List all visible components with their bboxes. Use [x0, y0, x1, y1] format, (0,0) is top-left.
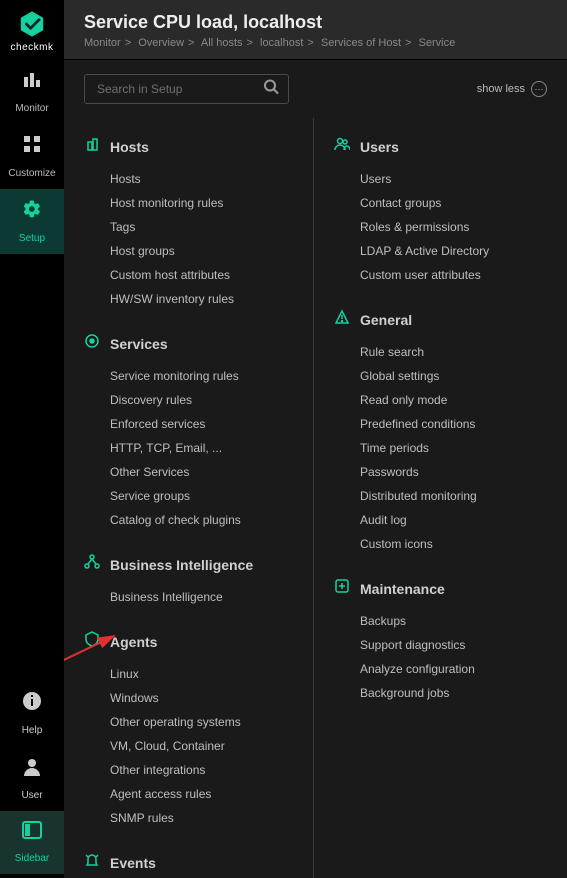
section-bi: Business Intelligence Business Intellige…	[84, 554, 293, 609]
section-title: Business Intelligence	[110, 557, 253, 573]
general-icon	[334, 309, 350, 330]
menu-item-hwsw-inventory-rules[interactable]: HW/SW inventory rules	[110, 287, 293, 311]
ellipsis-icon: ···	[531, 81, 547, 97]
menu-item-catalog-check-plugins[interactable]: Catalog of check plugins	[110, 508, 293, 532]
menu-item-custom-host-attributes[interactable]: Custom host attributes	[110, 263, 293, 287]
main-area: Service CPU load, localhost Monitor> Ove…	[64, 0, 567, 878]
search-input[interactable]	[84, 74, 289, 104]
section-services: Services Service monitoring rules Discov…	[84, 333, 293, 532]
section-title: Maintenance	[360, 581, 445, 597]
menu-item-predefined-conditions[interactable]: Predefined conditions	[360, 412, 547, 436]
maintenance-icon	[334, 578, 350, 599]
breadcrumb: Monitor> Overview> All hosts> localhost>…	[84, 37, 551, 49]
crumb[interactable]: Overview	[138, 37, 184, 49]
section-title: Users	[360, 139, 399, 155]
menu-item-global-settings[interactable]: Global settings	[360, 364, 547, 388]
nav-user[interactable]: User	[0, 746, 64, 811]
brand-logo: checkmk	[0, 0, 64, 59]
menu-item-vm-cloud-container[interactable]: VM, Cloud, Container	[110, 734, 293, 758]
crumb[interactable]: Service	[419, 37, 456, 49]
section-title: Events	[110, 855, 156, 871]
section-hosts: Hosts Hosts Host monitoring rules Tags H…	[84, 136, 293, 311]
menu-item-snmp-rules[interactable]: SNMP rules	[110, 806, 293, 830]
menu-item-time-periods[interactable]: Time periods	[360, 436, 547, 460]
menu-item-other-integrations[interactable]: Other integrations	[110, 758, 293, 782]
setup-column-left: Hosts Hosts Host monitoring rules Tags H…	[64, 118, 314, 878]
menu-item-analyze-configuration[interactable]: Analyze configuration	[360, 657, 547, 681]
menu-item-other-os[interactable]: Other operating systems	[110, 710, 293, 734]
nav-customize[interactable]: Customize	[0, 124, 64, 189]
menu-item-windows[interactable]: Windows	[110, 686, 293, 710]
menu-item-custom-icons[interactable]: Custom icons	[360, 532, 547, 556]
info-icon	[0, 691, 64, 716]
search-wrap	[84, 74, 289, 104]
menu-item-custom-user-attributes[interactable]: Custom user attributes	[360, 263, 547, 287]
section-general: General Rule search Global settings Read…	[334, 309, 547, 556]
gear-icon	[0, 199, 64, 224]
setup-subheader: show less ···	[64, 60, 567, 118]
section-title: General	[360, 312, 412, 328]
bar-chart-icon	[0, 69, 64, 94]
show-less-toggle[interactable]: show less ···	[477, 81, 547, 97]
grid-icon	[0, 134, 64, 159]
menu-item-bi[interactable]: Business Intelligence	[110, 585, 293, 609]
menu-item-roles-permissions[interactable]: Roles & permissions	[360, 215, 547, 239]
crumb[interactable]: Monitor	[84, 37, 121, 49]
agents-icon	[84, 631, 100, 652]
crumb[interactable]: Services of Host	[321, 37, 401, 49]
menu-item-other-services[interactable]: Other Services	[110, 460, 293, 484]
menu-item-hosts[interactable]: Hosts	[110, 167, 293, 191]
section-title: Agents	[110, 634, 157, 650]
services-icon	[84, 333, 100, 354]
section-title: Hosts	[110, 139, 149, 155]
nav-help[interactable]: Help	[0, 681, 64, 746]
section-events: Events Notifications Event Console	[84, 852, 293, 878]
menu-item-ldap-ad[interactable]: LDAP & Active Directory	[360, 239, 547, 263]
crumb[interactable]: All hosts	[201, 37, 243, 49]
menu-item-users[interactable]: Users	[360, 167, 547, 191]
menu-item-rule-search[interactable]: Rule search	[360, 340, 547, 364]
section-title: Services	[110, 336, 168, 352]
nav-monitor[interactable]: Monitor	[0, 59, 64, 124]
menu-item-audit-log[interactable]: Audit log	[360, 508, 547, 532]
section-users: Users Users Contact groups Roles & permi…	[334, 136, 547, 287]
nav-sidebar-toggle[interactable]: Sidebar	[0, 811, 64, 874]
section-agents: Agents Linux Windows Other operating sys…	[84, 631, 293, 830]
menu-item-linux[interactable]: Linux	[110, 662, 293, 686]
hosts-icon	[84, 136, 100, 157]
crumb[interactable]: localhost	[260, 37, 303, 49]
menu-item-agent-access-rules[interactable]: Agent access rules	[110, 782, 293, 806]
sidebar-icon	[0, 821, 64, 844]
setup-mega-menu: Hosts Hosts Host monitoring rules Tags H…	[64, 118, 567, 878]
menu-item-background-jobs[interactable]: Background jobs	[360, 681, 547, 705]
menu-item-support-diagnostics[interactable]: Support diagnostics	[360, 633, 547, 657]
user-icon	[0, 756, 64, 781]
menu-item-distributed-monitoring[interactable]: Distributed monitoring	[360, 484, 547, 508]
section-maintenance: Maintenance Backups Support diagnostics …	[334, 578, 547, 705]
menu-item-contact-groups[interactable]: Contact groups	[360, 191, 547, 215]
events-icon	[84, 852, 100, 873]
menu-item-enforced-services[interactable]: Enforced services	[110, 412, 293, 436]
nav-setup[interactable]: Setup	[0, 189, 64, 254]
brand-logo-mark	[18, 10, 46, 38]
menu-item-host-groups[interactable]: Host groups	[110, 239, 293, 263]
menu-item-passwords[interactable]: Passwords	[360, 460, 547, 484]
page-header: Service CPU load, localhost Monitor> Ove…	[64, 0, 567, 60]
menu-item-service-monitoring-rules[interactable]: Service monitoring rules	[110, 364, 293, 388]
menu-item-read-only-mode[interactable]: Read only mode	[360, 388, 547, 412]
menu-item-host-monitoring-rules[interactable]: Host monitoring rules	[110, 191, 293, 215]
menu-item-http-tcp-email[interactable]: HTTP, TCP, Email, ...	[110, 436, 293, 460]
bi-icon	[84, 554, 100, 575]
menu-item-tags[interactable]: Tags	[110, 215, 293, 239]
app-sidebar: checkmk Monitor Customize Setup	[0, 0, 64, 878]
users-icon	[334, 136, 350, 157]
menu-item-discovery-rules[interactable]: Discovery rules	[110, 388, 293, 412]
show-less-label: show less	[477, 83, 525, 95]
menu-item-service-groups[interactable]: Service groups	[110, 484, 293, 508]
page-title: Service CPU load, localhost	[84, 12, 551, 33]
menu-item-backups[interactable]: Backups	[360, 609, 547, 633]
setup-column-right: Users Users Contact groups Roles & permi…	[314, 118, 567, 878]
brand-logo-text: checkmk	[0, 42, 64, 53]
